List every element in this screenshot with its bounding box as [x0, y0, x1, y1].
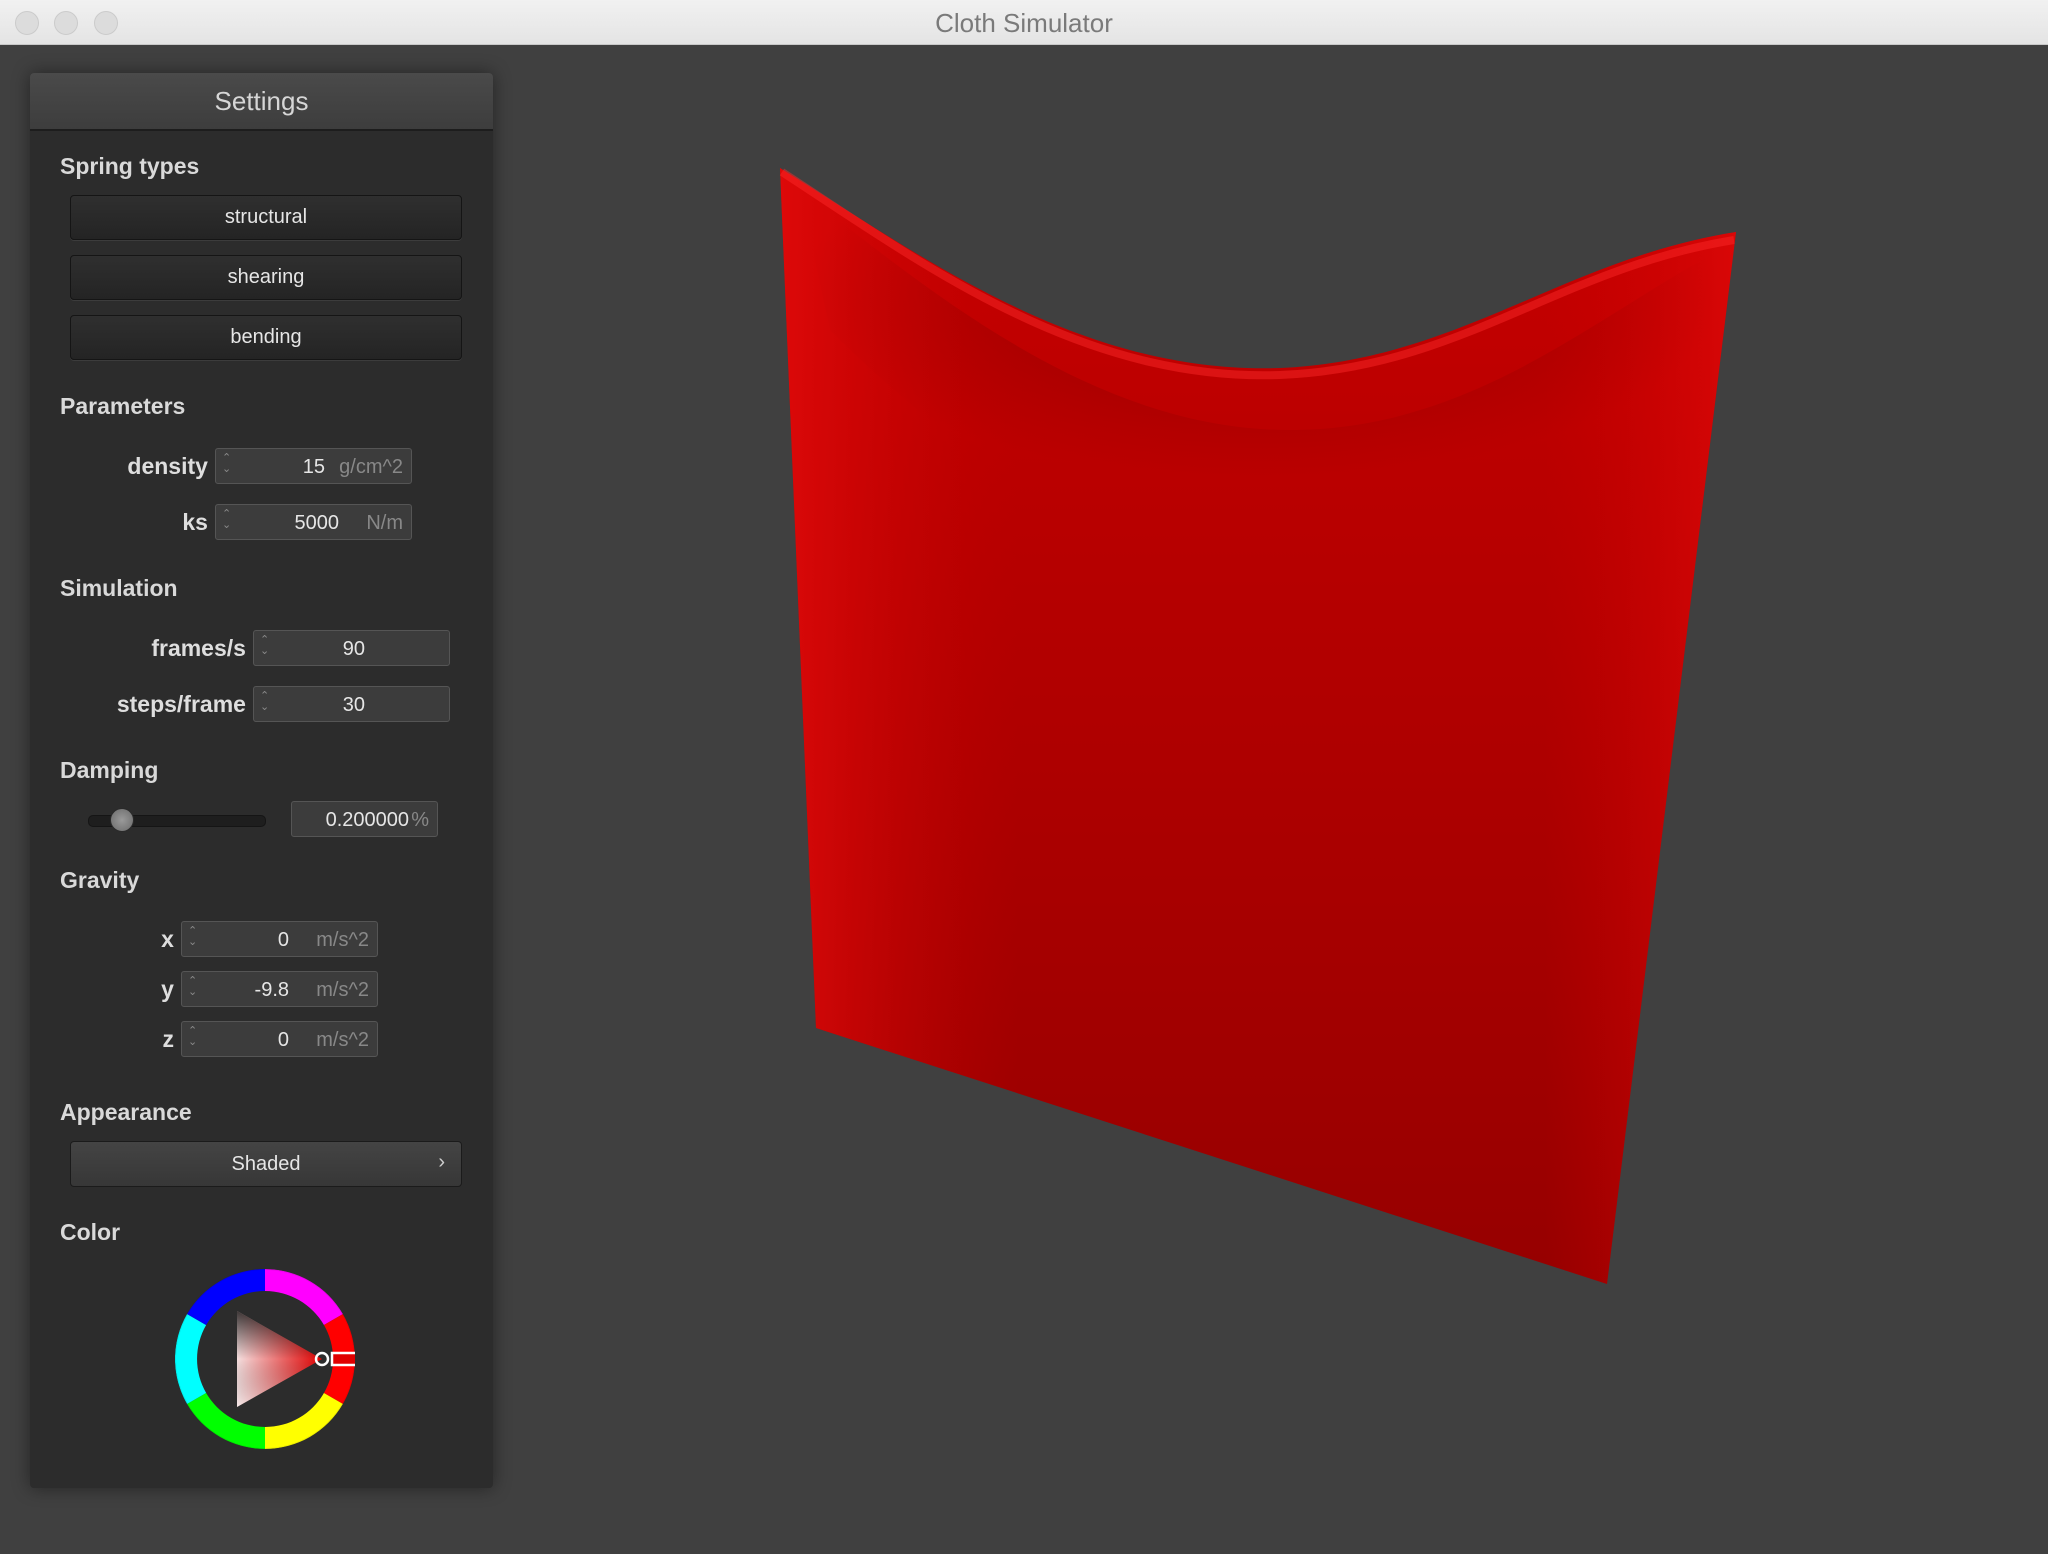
appearance-heading: Appearance [60, 1099, 192, 1125]
density-label: density : [127, 453, 222, 479]
gravity-y-field[interactable]: ⌃ ⌄ -9.8 m/s^2 [181, 971, 378, 1007]
gravity-z-label: z : [162, 1026, 188, 1052]
gravity-y-stepper[interactable]: ⌃ ⌄ [188, 976, 197, 998]
damping-slider-handle[interactable] [110, 808, 134, 832]
density-unit: g/cm^2 [339, 456, 403, 478]
ks-field[interactable]: ⌃ ⌄ 5000 N/m [215, 504, 412, 540]
density-field[interactable]: ⌃ ⌄ 15 g/cm^2 [215, 448, 412, 484]
gravity-x-value: 0 [277, 929, 289, 951]
gravity-z-unit: m/s^2 [316, 1029, 369, 1051]
fps-value: 90 [342, 638, 365, 660]
structural-button[interactable]: structural [70, 195, 462, 240]
steps-per-frame-field[interactable]: ⌃ ⌄ 30 [253, 686, 450, 722]
settings-panel-title: Settings [30, 73, 493, 131]
fps-label: frames/s : [151, 635, 260, 661]
appearance-dropdown[interactable]: Shaded › [70, 1141, 462, 1187]
damping-value: 0.200000 [325, 809, 409, 831]
steps-per-frame-stepper[interactable]: ⌃ ⌄ [260, 691, 269, 713]
ks-value: 5000 [294, 512, 340, 534]
ks-stepper[interactable]: ⌃ ⌄ [222, 509, 231, 531]
gravity-x-stepper[interactable]: ⌃ ⌄ [188, 926, 197, 948]
fps-stepper[interactable]: ⌃ ⌄ [260, 635, 269, 657]
settings-panel: Settings Spring types structural shearin… [30, 73, 493, 1488]
density-stepper[interactable]: ⌃ ⌄ [222, 453, 231, 475]
gravity-heading: Gravity [60, 867, 140, 893]
bending-button[interactable]: bending [70, 315, 462, 360]
gravity-z-field[interactable]: ⌃ ⌄ 0 m/s^2 [181, 1021, 378, 1057]
hue-selector-handle[interactable] [330, 1351, 355, 1367]
damping-unit: % [411, 809, 429, 831]
parameters-heading: Parameters [60, 393, 186, 419]
steps-per-frame-value: 30 [342, 694, 365, 716]
gravity-x-label: x : [161, 926, 188, 952]
color-heading: Color [60, 1219, 121, 1245]
simulation-heading: Simulation [60, 575, 178, 601]
color-wheel[interactable] [175, 1269, 355, 1449]
fps-field[interactable]: ⌃ ⌄ 90 [253, 630, 450, 666]
appearance-selected: Shaded [231, 1153, 301, 1175]
ks-unit: N/m [366, 512, 403, 534]
gravity-y-label: y : [161, 976, 188, 1002]
spring-types-heading: Spring types [60, 153, 200, 179]
shearing-button[interactable]: shearing [70, 255, 462, 300]
gravity-y-unit: m/s^2 [316, 979, 369, 1001]
damping-heading: Damping [60, 757, 159, 783]
ks-label: ks : [182, 509, 222, 535]
density-value: 15 [302, 456, 325, 478]
chevron-right-icon: › [438, 1151, 445, 1173]
gravity-y-value: -9.8 [254, 979, 289, 1001]
gravity-z-value: 0 [277, 1029, 289, 1051]
gravity-x-unit: m/s^2 [316, 929, 369, 951]
steps-per-frame-label: steps/frame : [116, 691, 260, 717]
gravity-z-stepper[interactable]: ⌃ ⌄ [188, 1026, 197, 1048]
gravity-x-field[interactable]: ⌃ ⌄ 0 m/s^2 [181, 921, 378, 957]
damping-field[interactable]: 0.200000 % [291, 801, 438, 837]
